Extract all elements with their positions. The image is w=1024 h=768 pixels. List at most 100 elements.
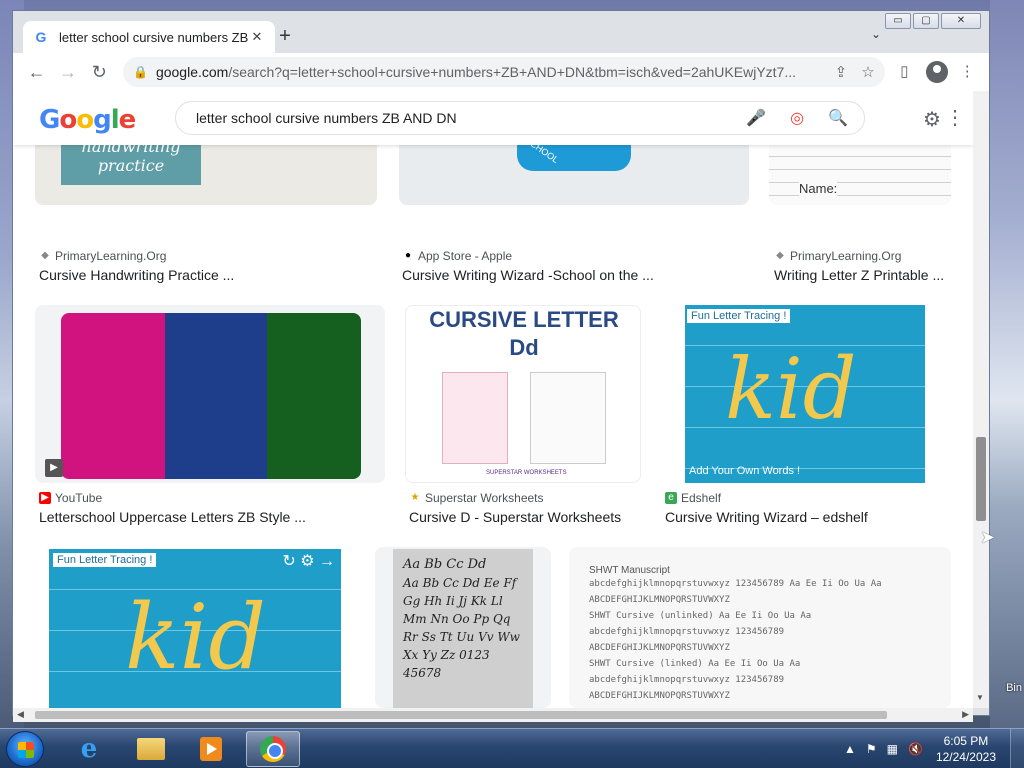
microphone-icon[interactable]: 🎤 xyxy=(746,108,766,128)
result-thumbnail[interactable]: Aa Bb Cc Dd Aa Bb Cc Dd Ee Ff Gg Hh Ii J… xyxy=(375,547,551,708)
search-query-text[interactable]: letter school cursive numbers ZB AND DN xyxy=(196,110,722,126)
chrome-menu-icon[interactable]: ⋮ xyxy=(956,60,979,84)
result-source[interactable]: ● App Store - Apple xyxy=(402,249,512,263)
image-result-card[interactable]: Fun Letter Tracing ! kid ↻ ⚙ → xyxy=(35,547,355,708)
result-thumbnail[interactable]: ▶ xyxy=(35,305,385,483)
manuscript-line: SHWT Cursive (unlinked) Aa Ee Ii Oo Ua A… xyxy=(589,611,812,621)
video-play-icon[interactable]: ▶ xyxy=(45,459,63,477)
address-bar[interactable]: 🔒 google.com/search?q=letter+school+curs… xyxy=(122,57,885,87)
vertical-scrollbar[interactable]: ▼ xyxy=(973,91,989,708)
bookmark-star-icon[interactable]: ☆ xyxy=(861,63,874,81)
taskbar-internet-explorer[interactable]: e xyxy=(62,731,116,767)
horizontal-scrollbar[interactable]: ◀ ▶ xyxy=(13,708,973,722)
source-name: Superstar Worksheets xyxy=(425,491,544,505)
manuscript-line: abcdefghijklmnopqrstuvwxyz 123456789 Aa … xyxy=(589,579,882,589)
tab-google-search[interactable]: G letter school cursive numbers ZB ✕ xyxy=(23,21,275,53)
result-thumbnail[interactable]: SHWT Manuscript abcdefghijklmnopqrstuvwx… xyxy=(569,547,951,708)
manuscript-line: abcdefghijklmnopqrstuvwxyz 123456789 xyxy=(589,627,785,637)
image-result-card[interactable]: CURSIVE LETTER Dd SUPERSTAR WORKSHEETS xyxy=(405,305,641,483)
clock-time: 6:05 PM xyxy=(943,734,989,748)
taskbar: e ▲ ⚑ ▦ 🔇 6:05 PM 12/24/2023 xyxy=(0,728,1024,768)
manuscript-line: ABCDEFGHIJKLMNOPQRSTUVWXYZ xyxy=(589,691,730,701)
clock[interactable]: 6:05 PM 12/24/2023 xyxy=(936,733,996,765)
media-player-icon xyxy=(200,737,222,761)
result-source[interactable]: ◆ PrimaryLearning.Org xyxy=(774,249,901,263)
result-title[interactable]: Cursive Writing Wizard -School on the ..… xyxy=(402,267,654,283)
show-hidden-icons-icon[interactable]: ▲ xyxy=(844,742,856,756)
source-name: YouTube xyxy=(55,491,103,505)
google-apps-icon[interactable]: ⋮⋮⋮ xyxy=(945,105,973,130)
vertical-scroll-thumb[interactable] xyxy=(976,437,986,521)
new-tab-button[interactable]: + xyxy=(275,25,295,48)
edshelf-icon: e xyxy=(665,492,677,504)
result-thumbnail[interactable]: Fun Letter Tracing ! kid ↻ ⚙ → xyxy=(49,549,341,708)
desktop-wallpaper-right xyxy=(990,0,1024,728)
tab-title: letter school cursive numbers ZB xyxy=(59,29,249,45)
taskbar-media-player[interactable] xyxy=(184,731,238,767)
source-name: App Store - Apple xyxy=(418,249,513,263)
scroll-down-arrow-icon[interactable]: ▼ xyxy=(976,693,984,702)
settings-gear-icon[interactable]: ⚙ xyxy=(923,107,941,132)
result-title[interactable]: Writing Letter Z Printable ... xyxy=(774,267,944,283)
thumb-caption: CURSIVE LETTER Dd xyxy=(429,307,619,360)
scroll-left-arrow-icon[interactable]: ◀ xyxy=(17,709,24,720)
start-button[interactable] xyxy=(6,731,44,767)
tab-search-chevron-icon[interactable]: ⌄ xyxy=(871,27,881,41)
google-lens-icon[interactable]: ◎ xyxy=(790,108,804,128)
image-result-card[interactable]: Aa Bb Cc Dd Aa Bb Cc Dd Ee Ff Gg Hh Ii J… xyxy=(375,547,551,708)
thumb-caption: SHWT Manuscript xyxy=(589,565,670,576)
result-source[interactable]: ▶ YouTube xyxy=(39,491,102,505)
reload-button[interactable]: ↻ xyxy=(86,58,113,86)
thumb-caption: Aa Bb Cc Dd xyxy=(403,557,487,572)
result-source[interactable]: ◆ PrimaryLearning.Org xyxy=(39,249,166,263)
share-icon[interactable]: ⇪ xyxy=(835,63,848,81)
mouse-cursor-icon: ➤ xyxy=(980,527,996,547)
page-content: Google letter school cursive numbers ZB … xyxy=(13,91,973,708)
taskbar-file-explorer[interactable] xyxy=(124,731,178,767)
apple-icon: ● xyxy=(404,250,412,261)
logo-letter: e xyxy=(118,105,137,135)
result-title[interactable]: Letterschool Uppercase Letters ZB Style … xyxy=(39,509,306,525)
source-favicon-icon: ◆ xyxy=(776,250,784,261)
url-path: /search?q=letter+school+cursive+numbers+… xyxy=(228,64,796,80)
result-thumbnail[interactable]: Fun Letter Tracing ! kid Add Your Own Wo… xyxy=(685,305,925,483)
result-source[interactable]: e Edshelf xyxy=(665,491,721,505)
image-result-card[interactable]: Fun Letter Tracing ! kid Add Your Own Wo… xyxy=(661,305,951,483)
tab-close-icon[interactable]: ✕ xyxy=(249,29,265,45)
side-panel-icon[interactable]: ▯ xyxy=(893,60,916,84)
google-logo[interactable]: Google xyxy=(39,105,137,135)
internet-explorer-icon: e xyxy=(80,734,98,764)
horizontal-scroll-thumb[interactable] xyxy=(35,711,887,719)
thumb-caption: Name: xyxy=(799,181,838,196)
recycle-bin-label[interactable]: Bin xyxy=(1006,682,1022,694)
scroll-right-arrow-icon[interactable]: ▶ xyxy=(962,709,969,720)
network-icon[interactable]: ▦ xyxy=(887,742,898,756)
source-name: PrimaryLearning.Org xyxy=(790,249,902,263)
image-results-grid: handwriting practice ◆ PrimaryLearning.O… xyxy=(13,105,973,708)
search-icon[interactable]: 🔍 xyxy=(828,108,848,128)
manuscript-line: SHWT Cursive (linked) Aa Ee Ii Oo Ua Aa xyxy=(589,659,801,669)
tab-strip: G letter school cursive numbers ZB ✕ + ⌄ xyxy=(13,11,989,53)
show-desktop-button[interactable] xyxy=(1010,729,1024,768)
action-center-flag-icon[interactable]: ⚑ xyxy=(866,742,877,756)
search-input[interactable]: letter school cursive numbers ZB AND DN … xyxy=(175,101,865,135)
image-result-card[interactable]: ▶ xyxy=(35,305,385,483)
profile-avatar[interactable] xyxy=(926,61,948,83)
volume-muted-icon[interactable]: 🔇 xyxy=(908,742,923,756)
result-thumbnail[interactable]: CURSIVE LETTER Dd SUPERSTAR WORKSHEETS xyxy=(405,305,641,483)
url-text[interactable]: google.com/search?q=letter+school+cursiv… xyxy=(156,64,821,80)
result-title[interactable]: Cursive Handwriting Practice ... xyxy=(39,267,234,283)
add-words-caption: Add Your Own Words ! xyxy=(689,465,801,477)
url-host: google.com xyxy=(155,64,229,80)
lock-icon[interactable]: 🔒 xyxy=(133,65,148,79)
logo-letter: G xyxy=(39,105,60,135)
taskbar-chrome[interactable] xyxy=(246,731,300,767)
result-title[interactable]: Cursive Writing Wizard – edshelf xyxy=(665,509,868,525)
result-title[interactable]: Cursive D - Superstar Worksheets xyxy=(409,509,621,525)
forward-button[interactable]: → xyxy=(54,58,81,86)
image-result-card[interactable]: SHWT Manuscript abcdefghijklmnopqrstuvwx… xyxy=(569,547,951,708)
manuscript-line: ABCDEFGHIJKLMNOPQRSTUVWXYZ xyxy=(589,595,730,605)
back-button[interactable]: ← xyxy=(23,58,50,86)
system-tray: ▲ ⚑ ▦ 🔇 6:05 PM 12/24/2023 xyxy=(839,729,1024,768)
result-source[interactable]: ★ Superstar Worksheets xyxy=(409,491,544,505)
